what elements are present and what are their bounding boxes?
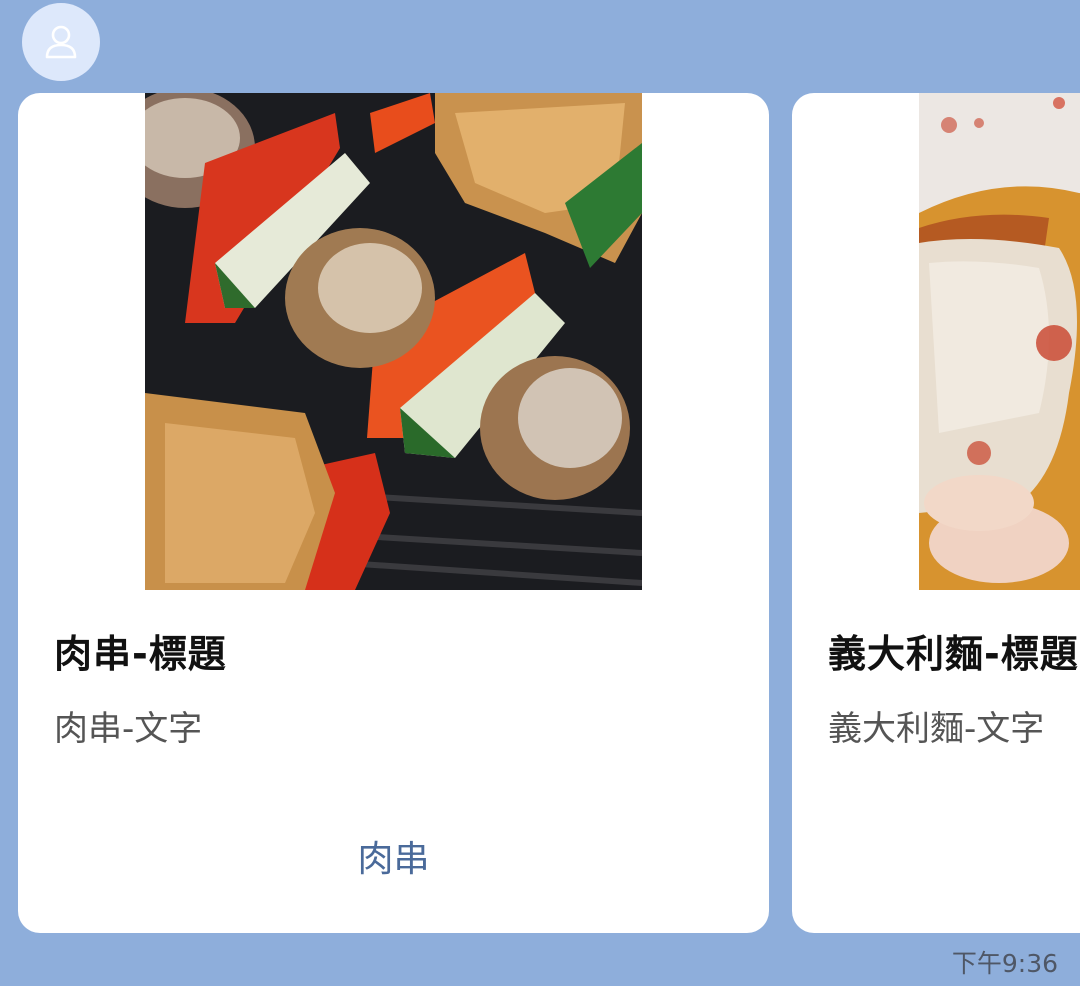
card-title: 肉串-標題: [54, 632, 227, 676]
card-title: 義大利麵-標題: [828, 632, 1079, 676]
card-text: 義大利麵-文字: [828, 709, 1045, 749]
message-carousel[interactable]: 肉串-標題 肉串-文字 肉串 義大利麵-標題 義大利麵-文字: [0, 0, 1080, 986]
card-text: 肉串-文字: [54, 709, 203, 749]
carousel-card-kebab[interactable]: 肉串-標題 肉串-文字 肉串: [18, 93, 769, 933]
pasta-image: [919, 93, 1080, 590]
kebab-image: [145, 93, 642, 590]
carousel-card-pasta[interactable]: 義大利麵-標題 義大利麵-文字: [792, 93, 1080, 933]
message-timestamp: 下午9:36: [951, 949, 1058, 978]
card-action-button[interactable]: 肉串: [18, 831, 769, 889]
